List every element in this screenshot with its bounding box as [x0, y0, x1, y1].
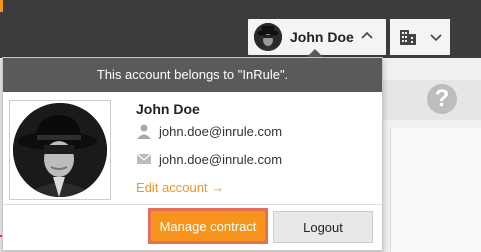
avatar-small: [254, 23, 282, 51]
avatar-small-image: [254, 23, 282, 51]
email-row: john.doe@inrule.com: [136, 151, 282, 167]
mail-icon: [136, 153, 152, 164]
top-bar: John Doe: [0, 0, 481, 58]
user-icon: [137, 124, 151, 139]
email-text: john.doe@inrule.com: [159, 151, 283, 167]
accent-strip: [0, 0, 3, 12]
chevron-up-icon: [361, 31, 373, 39]
account-dropdown: This account belongs to "InRule". John D…: [2, 57, 383, 251]
divider: [3, 204, 382, 205]
help-icon[interactable]: ?: [427, 84, 457, 114]
chevron-down-icon: [430, 34, 442, 42]
account-owner-banner: This account belongs to "InRule".: [3, 58, 382, 92]
username-row: john.doe@inrule.com: [136, 123, 282, 139]
avatar-image: [13, 103, 107, 197]
background-content: [390, 128, 481, 252]
profile-name: John Doe: [136, 101, 200, 117]
account-user-name: John Doe: [290, 29, 354, 45]
manage-contract-button[interactable]: Manage contract: [148, 208, 268, 244]
organization-menu-button[interactable]: [390, 19, 450, 55]
edit-account-link[interactable]: Edit account →: [136, 180, 224, 195]
username-text: john.doe@inrule.com: [159, 123, 283, 139]
logout-button[interactable]: Logout: [273, 211, 373, 243]
building-icon: [400, 30, 416, 45]
avatar: [13, 103, 107, 197]
profile-photo-frame: [9, 100, 111, 200]
